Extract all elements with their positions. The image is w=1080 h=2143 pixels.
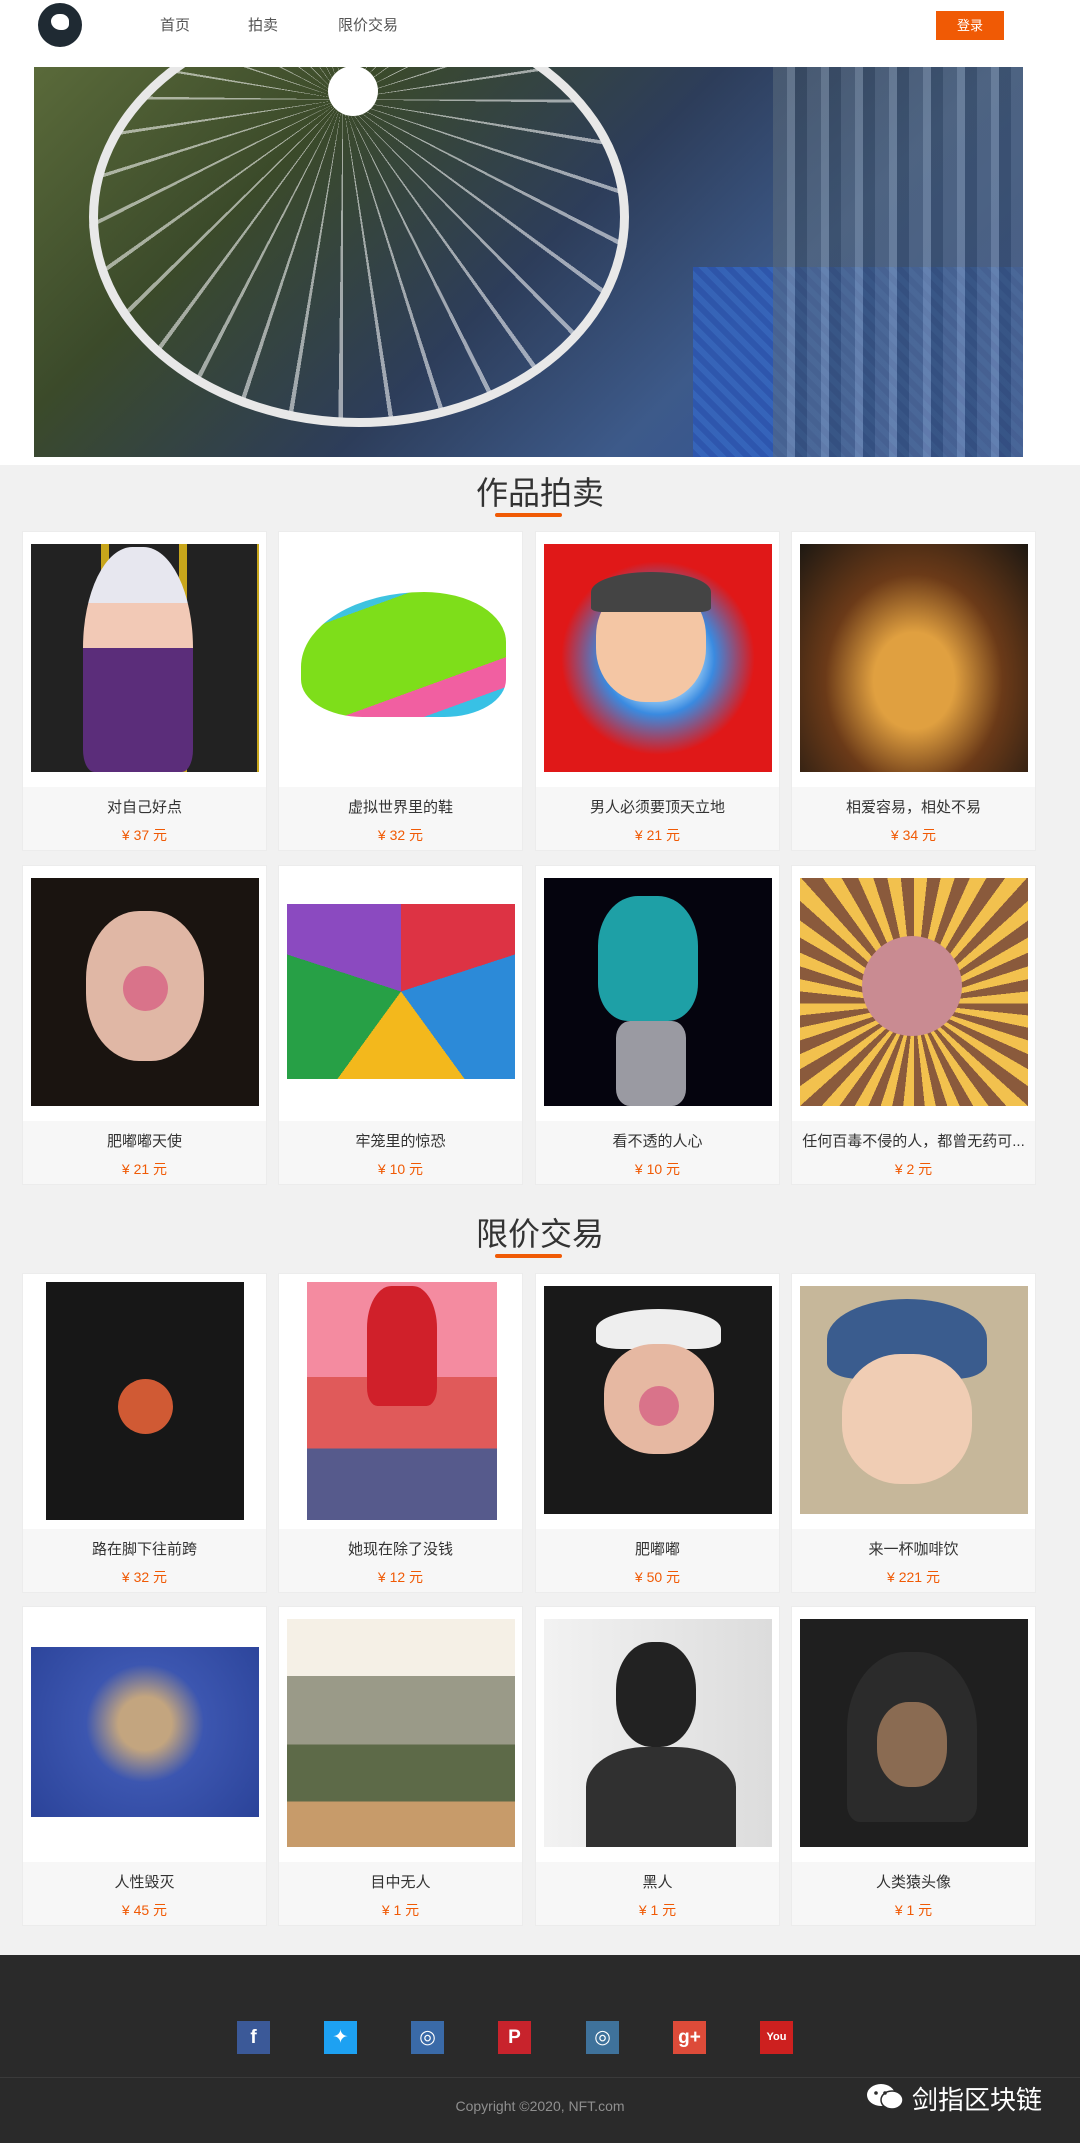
artwork-price: ¥ 1 元 xyxy=(638,1902,677,1918)
banner-section xyxy=(0,50,1080,465)
artwork-image xyxy=(23,1607,266,1862)
artwork-title: 来一杯咖啡饮 xyxy=(868,1541,959,1558)
artwork-card[interactable]: 肥嘟嘟天使 ¥ 21 元 xyxy=(22,865,267,1185)
artwork-price: ¥ 21 元 xyxy=(634,827,681,843)
youtube-icon[interactable]: You xyxy=(760,2021,793,2054)
artwork-card[interactable]: 虚拟世界里的鞋 ¥ 32 元 xyxy=(278,531,523,851)
instagram-icon[interactable]: ◎ xyxy=(411,2021,444,2054)
artwork-card[interactable]: 任何百毒不侵的人，都曾无药可... ¥ 2 元 xyxy=(791,865,1036,1185)
twitter-icon[interactable]: ✦ xyxy=(324,2021,357,2054)
artwork-card[interactable]: 人性毁灭 ¥ 45 元 xyxy=(22,1606,267,1926)
artwork-card[interactable]: 她现在除了没钱 ¥ 12 元 xyxy=(278,1273,523,1593)
artwork-title: 男人必须要顶天立地 xyxy=(589,799,725,816)
artwork-price: ¥ 1 元 xyxy=(381,1902,420,1918)
artwork-title: 人类猿头像 xyxy=(875,1874,951,1891)
artwork-image xyxy=(792,1607,1035,1862)
artwork-price: ¥ 221 元 xyxy=(887,1569,940,1585)
banner-city xyxy=(773,67,1023,457)
nav-home[interactable]: 首页 xyxy=(160,14,190,35)
artwork-title: 黑人 xyxy=(642,1874,673,1891)
artwork-image xyxy=(23,532,266,787)
artwork-title: 任何百毒不侵的人，都曾无药可... xyxy=(802,1133,1025,1150)
artwork-image xyxy=(279,532,522,787)
artwork-price: ¥ 2 元 xyxy=(894,1161,933,1177)
top-navbar: 首页 拍卖 限价交易 登录 xyxy=(0,0,1080,50)
artwork-image xyxy=(536,1274,779,1529)
artwork-image xyxy=(792,866,1035,1121)
artwork-title: 肥嘟嘟天使 xyxy=(106,1133,182,1150)
artwork-card[interactable]: 对自己好点 ¥ 37 元 xyxy=(22,531,267,851)
artwork-price: ¥ 32 元 xyxy=(377,827,424,843)
login-button[interactable]: 登录 xyxy=(936,11,1004,40)
artwork-image xyxy=(279,1274,522,1529)
artwork-card[interactable]: 来一杯咖啡饮 ¥ 221 元 xyxy=(791,1273,1036,1593)
banner-wheel xyxy=(89,67,629,427)
wechat-icon xyxy=(867,2084,904,2110)
artwork-title: 对自己好点 xyxy=(106,799,182,816)
artwork-price: ¥ 12 元 xyxy=(377,1569,424,1585)
artwork-card[interactable]: 牢笼里的惊恐 ¥ 10 元 xyxy=(278,865,523,1185)
google-plus-icon[interactable]: g+ xyxy=(673,2021,706,2054)
facebook-icon[interactable]: f xyxy=(237,2021,270,2054)
artwork-card[interactable]: 人类猿头像 ¥ 1 元 xyxy=(791,1606,1036,1926)
artwork-card[interactable]: 相爱容易，相处不易 ¥ 34 元 xyxy=(791,531,1036,851)
social-links: f ✦ ◎ P ◎ g+ You xyxy=(0,2021,1080,2055)
artwork-card[interactable]: 看不透的人心 ¥ 10 元 xyxy=(535,865,780,1185)
artwork-title: 她现在除了没钱 xyxy=(347,1541,453,1558)
artwork-price: ¥ 1 元 xyxy=(894,1902,933,1918)
artwork-title: 虚拟世界里的鞋 xyxy=(347,799,453,816)
artwork-image xyxy=(536,1607,779,1862)
artwork-image xyxy=(23,866,266,1121)
nav-auction[interactable]: 拍卖 xyxy=(248,14,278,35)
artwork-price: ¥ 10 元 xyxy=(634,1161,681,1177)
artwork-price: ¥ 45 元 xyxy=(121,1902,168,1918)
section-title-auction: 作品拍卖 xyxy=(475,475,604,511)
artwork-title: 路在脚下往前跨 xyxy=(91,1541,197,1558)
section-underline xyxy=(495,513,562,517)
watermark-text: 剑指区块链 xyxy=(912,2085,1043,2115)
artwork-image xyxy=(279,866,522,1121)
footer: f ✦ ◎ P ◎ g+ You Copyright ©2020, NFT.co… xyxy=(0,1955,1080,2143)
site-logo[interactable] xyxy=(38,3,82,47)
artwork-card[interactable]: 黑人 ¥ 1 元 xyxy=(535,1606,780,1926)
pinterest-icon[interactable]: P xyxy=(498,2021,531,2054)
banner-carousel[interactable] xyxy=(34,67,1023,457)
artwork-title: 看不透的人心 xyxy=(612,1133,703,1150)
instagram-icon[interactable]: ◎ xyxy=(586,2021,619,2054)
nav-fixed-price[interactable]: 限价交易 xyxy=(338,14,398,35)
artwork-price: ¥ 50 元 xyxy=(634,1569,681,1585)
artwork-image xyxy=(792,1274,1035,1529)
artwork-price: ¥ 37 元 xyxy=(121,827,168,843)
artwork-price: ¥ 34 元 xyxy=(890,827,937,843)
artwork-image xyxy=(23,1274,266,1529)
artwork-price: ¥ 10 元 xyxy=(377,1161,424,1177)
section-underline xyxy=(495,1254,562,1258)
artwork-image xyxy=(536,866,779,1121)
artwork-title: 肥嘟嘟 xyxy=(634,1541,680,1558)
artwork-title: 目中无人 xyxy=(370,1874,431,1891)
artwork-title: 牢笼里的惊恐 xyxy=(355,1133,446,1150)
artwork-price: ¥ 21 元 xyxy=(121,1161,168,1177)
section-title-fixed-price: 限价交易 xyxy=(475,1216,604,1252)
artwork-image xyxy=(536,532,779,787)
artwork-title: 人性毁灭 xyxy=(114,1874,175,1891)
artwork-image xyxy=(279,1607,522,1862)
footer-divider xyxy=(0,2077,1080,2078)
artwork-card[interactable]: 路在脚下往前跨 ¥ 32 元 xyxy=(22,1273,267,1593)
artwork-image xyxy=(792,532,1035,787)
artwork-card[interactable]: 目中无人 ¥ 1 元 xyxy=(278,1606,523,1926)
artwork-price: ¥ 32 元 xyxy=(121,1569,168,1585)
artwork-card[interactable]: 男人必须要顶天立地 ¥ 21 元 xyxy=(535,531,780,851)
artwork-card[interactable]: 肥嘟嘟 ¥ 50 元 xyxy=(535,1273,780,1593)
artwork-title: 相爱容易，相处不易 xyxy=(845,799,981,816)
